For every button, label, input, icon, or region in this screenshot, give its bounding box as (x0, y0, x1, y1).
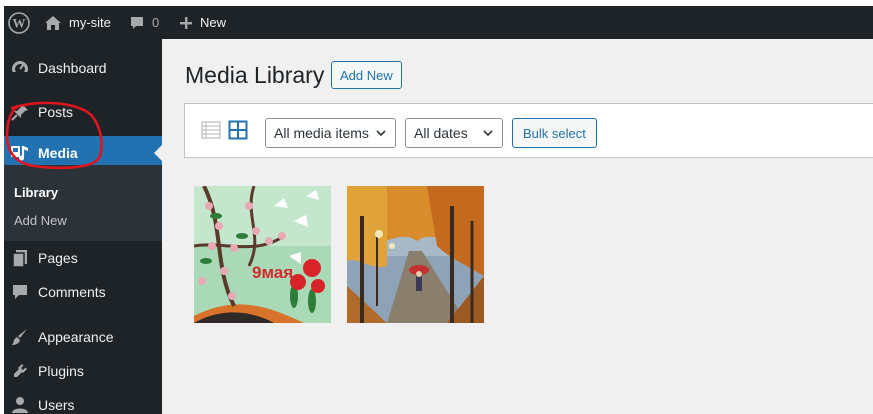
site-name-label: my-site (69, 15, 111, 30)
sidebar-item-users[interactable]: Users (4, 388, 162, 414)
chevron-down-icon (483, 130, 493, 137)
user-icon (10, 396, 30, 414)
sidebar-item-comments[interactable]: Comments (4, 275, 162, 309)
sidebar-item-label: Dashboard (38, 60, 107, 76)
plugin-icon (10, 362, 30, 380)
submenu-item-add-new[interactable]: Add New (14, 213, 67, 228)
add-new-button[interactable]: Add New (331, 61, 402, 89)
plus-icon (179, 16, 193, 30)
comment-icon (10, 283, 30, 301)
sidebar-item-label: Media (38, 145, 78, 161)
media-thumbnail[interactable] (347, 186, 484, 323)
dashboard-icon (10, 59, 30, 77)
media-icon (10, 144, 30, 162)
list-view-icon[interactable] (201, 120, 221, 140)
wordpress-logo-icon: W (8, 11, 30, 34)
new-content-link[interactable]: New (179, 6, 226, 39)
date-filter-value: All dates (414, 125, 468, 141)
pages-icon (10, 249, 30, 267)
sidebar-item-label: Users (38, 397, 75, 413)
sidebar-item-label: Comments (38, 284, 106, 300)
admin-bar: W my-site 0 New (4, 6, 873, 39)
sidebar-item-posts[interactable]: Posts (4, 95, 162, 129)
main-content: Media Library Add New All media items Al… (162, 39, 873, 414)
comments-link[interactable]: 0 (129, 6, 159, 39)
media-toolbar: All media items All dates Bulk select (184, 103, 873, 158)
brush-icon (10, 328, 30, 346)
comment-count: 0 (152, 15, 160, 30)
media-submenu: Library Add New (4, 165, 162, 241)
sidebar-item-label: Plugins (38, 363, 84, 379)
chevron-down-icon (376, 130, 386, 137)
wp-admin-window: W my-site 0 New Dashboard Posts Media Li… (4, 6, 873, 414)
grid-view-icon[interactable] (228, 120, 248, 140)
page-title: Media Library (185, 62, 325, 88)
sidebar-item-label: Posts (38, 104, 74, 120)
svg-text:W: W (13, 15, 26, 30)
new-label: New (200, 15, 227, 30)
site-name-link[interactable]: my-site (44, 6, 111, 39)
home-icon (44, 15, 62, 31)
sidebar-item-label: Pages (38, 250, 78, 266)
sidebar-item-plugins[interactable]: Plugins (4, 354, 162, 388)
svg-text:9мая: 9мая (252, 263, 293, 282)
pin-icon (10, 103, 30, 121)
submenu-item-library[interactable]: Library (14, 185, 58, 200)
sidebar-item-appearance[interactable]: Appearance (4, 320, 162, 354)
media-type-value: All media items (274, 125, 369, 141)
spring-blossom-image: 9мая (194, 186, 331, 323)
comment-bubble-icon (129, 15, 145, 31)
sidebar-item-pages[interactable]: Pages (4, 241, 162, 275)
admin-sidebar: Dashboard Posts Media Library Add New Pa… (4, 39, 162, 414)
sidebar-item-dashboard[interactable]: Dashboard (4, 51, 162, 85)
wordpress-logo-button[interactable]: W (8, 6, 32, 39)
sidebar-item-label: Appearance (38, 329, 114, 345)
bulk-select-button[interactable]: Bulk select (512, 118, 597, 148)
autumn-park-image (347, 186, 484, 323)
media-type-filter[interactable]: All media items (265, 118, 396, 148)
date-filter[interactable]: All dates (405, 118, 503, 148)
media-thumbnail[interactable]: 9мая (194, 186, 331, 323)
